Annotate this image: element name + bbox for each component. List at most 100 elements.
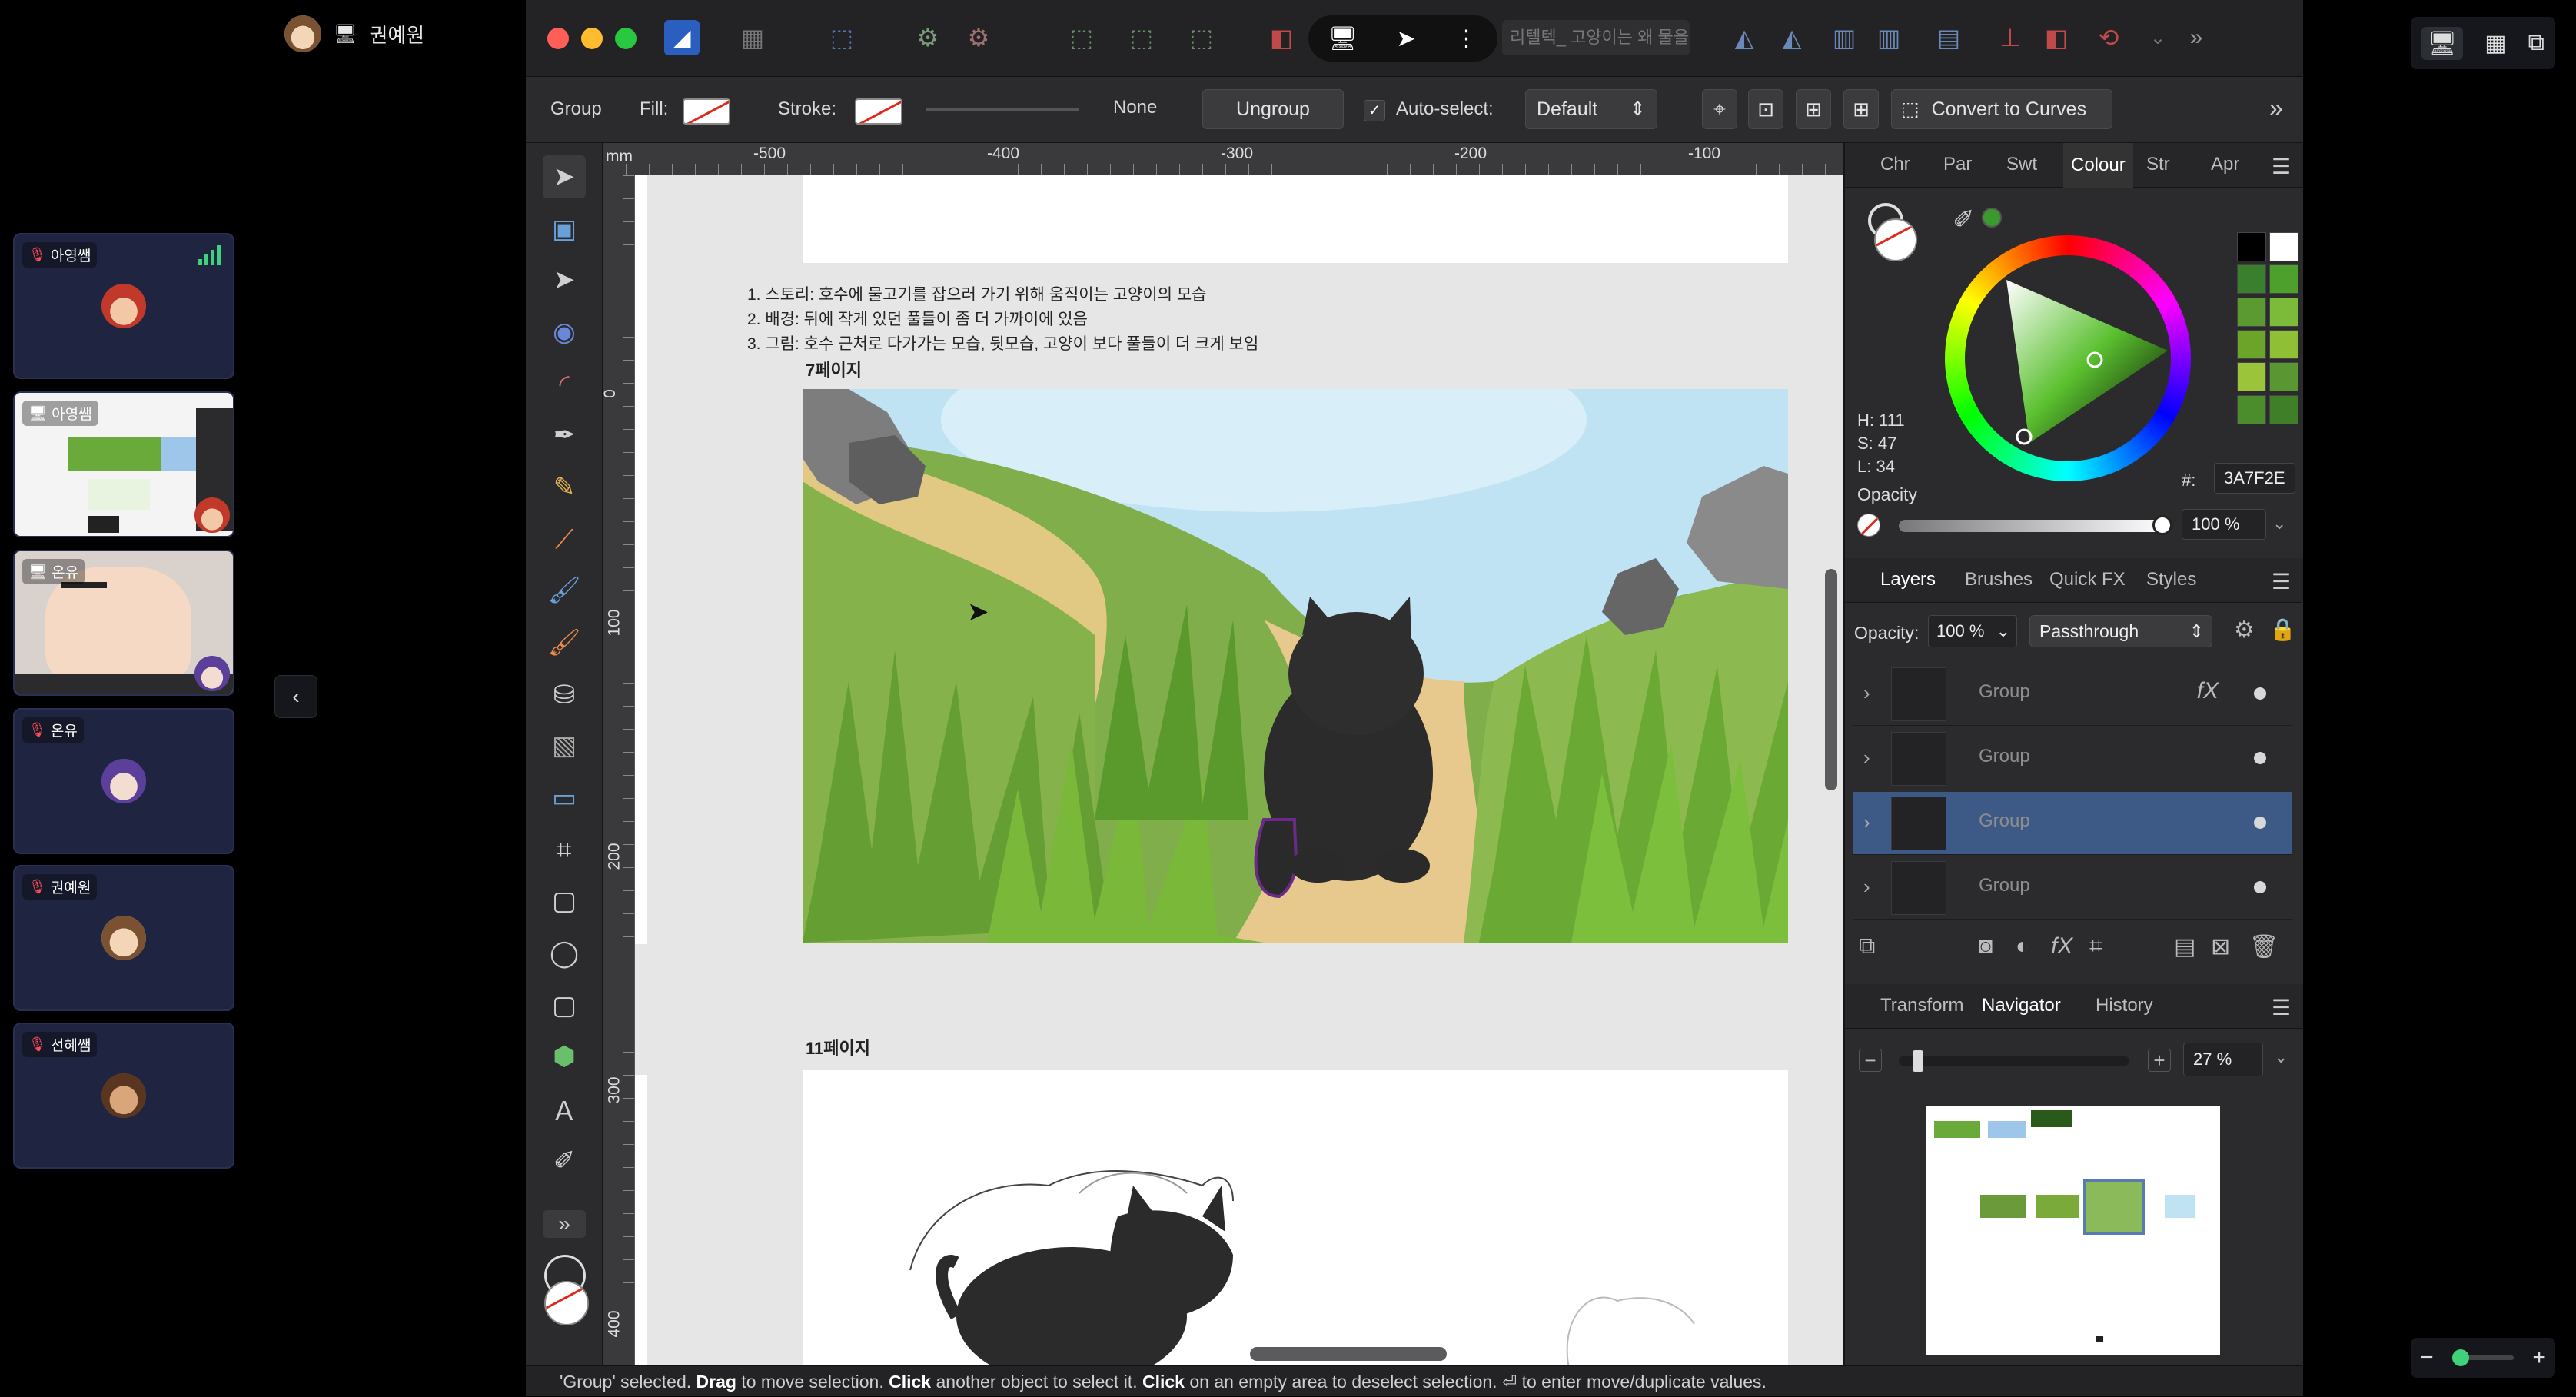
popout-view-icon[interactable]: ⧉ [2528,30,2544,56]
place-image-icon[interactable]: ▭ [543,777,586,820]
horizontal-scrollbar[interactable] [1250,1347,1447,1361]
zoom-slider[interactable] [2452,1349,2514,1366]
vector-brush-icon[interactable]: ⟋ [543,518,586,561]
colour-swatch[interactable] [2269,394,2298,424]
align-left-icon[interactable]: ▤ [1931,20,1966,55]
more-tools-chevron-icon[interactable]: ⌄ [2140,20,2175,55]
colour-swatch[interactable] [2269,362,2298,392]
colour-swatch[interactable] [2269,329,2298,359]
tab-quick-fx[interactable]: Quick FX [2049,569,2126,590]
visibility-dot-icon[interactable] [2254,817,2266,829]
order-forward-icon[interactable]: ⬚ [1124,20,1159,55]
chevron-right-icon[interactable]: › [1863,810,1870,834]
zoom-out-icon[interactable]: − [2420,1345,2434,1371]
opacity-slider-thumb[interactable] [2152,515,2172,535]
tab-transform[interactable]: Transform [1880,995,1963,1016]
zoom-field[interactable]: 27 % [2183,1043,2263,1076]
tab-brushes[interactable]: Brushes [1965,569,2033,590]
vertical-scrollbar[interactable] [1825,569,1837,790]
participant-tile-screen[interactable]: 🖥 온유 [13,550,234,696]
pencil-tool-icon[interactable]: ✎ [543,466,586,509]
erase-tool-icon[interactable]: ⛁ [543,674,586,717]
collapse-sidebar-button[interactable]: ‹ [274,675,317,718]
participant-tile[interactable]: 🎙 아영쌤 [13,233,234,379]
snapping-button[interactable]: ⊞ [1796,89,1831,129]
stroke-swatch[interactable] [855,98,902,125]
color-picker-icon[interactable]: ✐ [543,1139,586,1182]
zoom-window-button[interactable] [615,28,637,49]
tab-appearance[interactable]: Apr [2211,154,2239,175]
show-transform-button[interactable]: ⊡ [1748,89,1783,129]
layer-row[interactable]: › Group [1853,856,2292,920]
grid-button[interactable]: ⊞ [1843,89,1879,129]
gradient-tool-icon[interactable]: ▧ [543,724,586,767]
eyedropper-icon[interactable]: ✐ [1953,205,1975,235]
opacity-slider[interactable] [1899,520,2166,532]
ellipse-tool-icon[interactable]: ◯ [543,932,586,975]
participant-tile[interactable]: 🎙 선혜쌤 [13,1023,234,1169]
snapping-options-icon[interactable]: ⚙ [961,20,996,55]
colour-swatch[interactable] [2269,232,2298,261]
colour-swatch[interactable] [2269,264,2298,294]
visibility-dot-icon[interactable] [2254,752,2266,764]
live-filter-icon[interactable]: ⌗ [2089,933,2102,960]
illustration-page-7[interactable] [803,389,1788,943]
align-icon[interactable]: ▥ [1826,20,1862,55]
add-layer-icon[interactable]: ▤ [2174,933,2195,960]
tab-character[interactable]: Chr [1880,154,1910,175]
transform-origin-icon[interactable]: ⊥ [1993,20,2028,55]
distribute-icon[interactable]: ▥ [1871,20,1906,55]
more-options-icon[interactable]: ⋮ [1455,25,1478,52]
colour-swatches-grid[interactable] [2237,232,2298,424]
arrange-icon[interactable]: ⬚ [1184,20,1219,55]
panel-menu-icon[interactable]: ☰ [2272,995,2291,1020]
corner-tool-icon[interactable]: ◜ [543,363,586,406]
fill-stroke-selector[interactable] [540,1255,589,1332]
expand-toolbar-icon[interactable]: » [2179,20,2214,55]
document-tab[interactable]: 리텔텍_ 고양이는 왜 물을 ★ [1502,20,1690,55]
monitor-icon[interactable]: 🖥 [1328,25,1357,52]
move-tool-icon[interactable]: ➤ [543,155,586,198]
flip-horizontal-icon[interactable]: ◭ [1727,20,1762,55]
tab-navigator[interactable]: Navigator [1982,995,2061,1016]
screen-share-control[interactable]: 🖥 ➤ ⋮ [1308,15,1497,62]
tab-paragraph[interactable]: Par [1943,154,1972,175]
zoom-slider-thumb[interactable] [1913,1050,1923,1072]
fx-layer-icon[interactable]: fX [2051,933,2072,960]
visibility-dot-icon[interactable] [2254,687,2266,700]
expand-context-icon[interactable]: » [2269,94,2283,122]
layer-options-icon[interactable]: ⧉ [1859,933,1875,960]
participant-tile[interactable]: 🎙 온유 [13,708,234,854]
chevron-down-icon[interactable]: ⌄ [2274,1047,2288,1067]
node-tool-icon[interactable]: ➤ [543,258,586,301]
document-canvas[interactable]: 1. 스토리: 호수에 물고기를 잡으러 가기 위해 움직이는 고양이의 모습 … [635,175,1843,1365]
order-back-icon[interactable]: ⬚ [1064,20,1099,55]
fill-swatch[interactable] [683,98,730,125]
colour-wheel[interactable] [1945,235,2191,481]
no-colour-icon[interactable] [1857,514,1880,537]
shape-tool-icon[interactable]: ⬢ [543,1035,586,1078]
minimize-window-button[interactable] [581,28,603,49]
layer-row[interactable]: › Group [1853,727,2292,790]
zoom-in-icon[interactable]: + [2148,1049,2171,1072]
zoom-slider[interactable] [1899,1056,2129,1066]
crop-tool-icon[interactable]: ⌗ [543,829,586,872]
tab-layers[interactable]: Layers [1880,569,1936,590]
artboard-tool-icon[interactable]: ▣ [543,208,586,251]
zoom-out-icon[interactable]: − [1859,1049,1882,1072]
more-tools-icon[interactable]: » [543,1210,586,1238]
geometry-icon[interactable]: ⟲ [2091,20,2126,55]
chevron-right-icon[interactable]: › [1863,875,1870,899]
mask-layer-icon[interactable]: ◙ [1979,933,1993,960]
rectangle-tool-icon[interactable]: ▢ [543,880,586,923]
lock-icon[interactable]: 🔒 [2269,617,2296,642]
chevron-right-icon[interactable]: › [1863,746,1870,770]
tab-colour[interactable]: Colour [2063,143,2133,188]
tab-history[interactable]: History [2096,995,2153,1016]
zoom-in-icon[interactable]: + [2532,1345,2546,1371]
layer-settings-gear-icon[interactable]: ⚙ [2234,617,2255,644]
fill-stroke-toggle[interactable] [1860,203,1922,264]
text-tool-icon[interactable]: Ａ [543,1087,586,1130]
designer-persona-icon[interactable]: ◢ [664,20,700,55]
adjustment-icon[interactable]: ◐ [2016,933,2029,960]
